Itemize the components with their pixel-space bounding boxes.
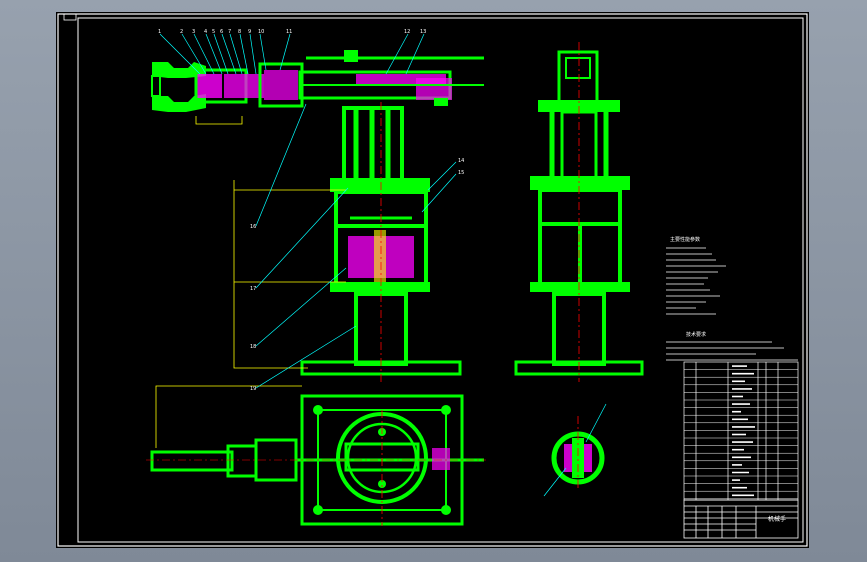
- bolt-tr: [441, 405, 451, 415]
- dim-height: [233, 180, 308, 369]
- front-view: [151, 50, 484, 384]
- corner-mark: [63, 13, 77, 21]
- spec-lines: [666, 247, 726, 315]
- label-9: 9: [248, 29, 251, 35]
- wrist-hatch: [196, 74, 222, 98]
- cad-viewport[interactable]: 1 2 3 4 5 6 7 8 9 10 11 12 13 14 15 16 1…: [0, 0, 867, 562]
- spec-notes: 主要性能参数 技术要求: [666, 236, 798, 361]
- side-view: [514, 42, 644, 382]
- rod-clamp: [344, 50, 358, 62]
- side-top-inner: [565, 57, 591, 79]
- assembly-drawing: 1 2 3 4 5 6 7 8 9 10 11 12 13 14 15 16 1…: [57, 13, 808, 547]
- bolt-tl: [313, 405, 323, 415]
- piston-hatch: [416, 78, 452, 100]
- label-11: 11: [286, 29, 292, 35]
- label-6: 6: [220, 29, 223, 35]
- label-19: 19: [250, 386, 256, 392]
- wrist-cylinder-hatch: [224, 74, 264, 98]
- label-10: 10: [258, 29, 264, 35]
- bolt-bl: [313, 505, 323, 515]
- label-1: 1: [158, 29, 161, 35]
- bolt-br: [441, 505, 451, 515]
- drawing-sheet: 1 2 3 4 5 6 7 8 9 10 11 12 13 14 15 16 1…: [56, 12, 809, 548]
- spec-title: 主要性能参数: [670, 236, 700, 243]
- label-17: 17: [250, 286, 256, 292]
- top-gripper: [150, 450, 234, 472]
- label-12: 12: [404, 29, 410, 35]
- lower-flange: [330, 282, 430, 292]
- gear-shaft: [374, 230, 386, 282]
- top-cylinder-hatch: [432, 448, 450, 470]
- label-7: 7: [228, 29, 231, 35]
- notes-lines: [666, 341, 798, 361]
- dim-jaw: [195, 116, 243, 125]
- jaw-link: [151, 75, 161, 97]
- section-detail: [551, 416, 605, 490]
- side-upper-frame: [538, 188, 622, 226]
- side-upper-flange: [530, 176, 630, 190]
- top-view: [146, 385, 486, 526]
- label-15: 15: [458, 170, 464, 176]
- title-block-name: 机械手: [768, 515, 786, 523]
- label-3: 3: [192, 29, 195, 35]
- cylinder-foot: [434, 98, 448, 106]
- side-lower-flange: [530, 282, 630, 292]
- parts-list: [683, 361, 799, 501]
- label-5: 5: [212, 29, 215, 35]
- label-18: 18: [250, 344, 256, 350]
- label-14: 14: [458, 158, 464, 164]
- label-8: 8: [238, 29, 241, 35]
- housing-hatch: [264, 70, 298, 100]
- notes-title: 技术要求: [686, 331, 706, 338]
- label-13: 13: [420, 29, 426, 35]
- label-16: 16: [250, 224, 256, 230]
- label-4: 4: [204, 29, 207, 35]
- label-2: 2: [180, 29, 183, 35]
